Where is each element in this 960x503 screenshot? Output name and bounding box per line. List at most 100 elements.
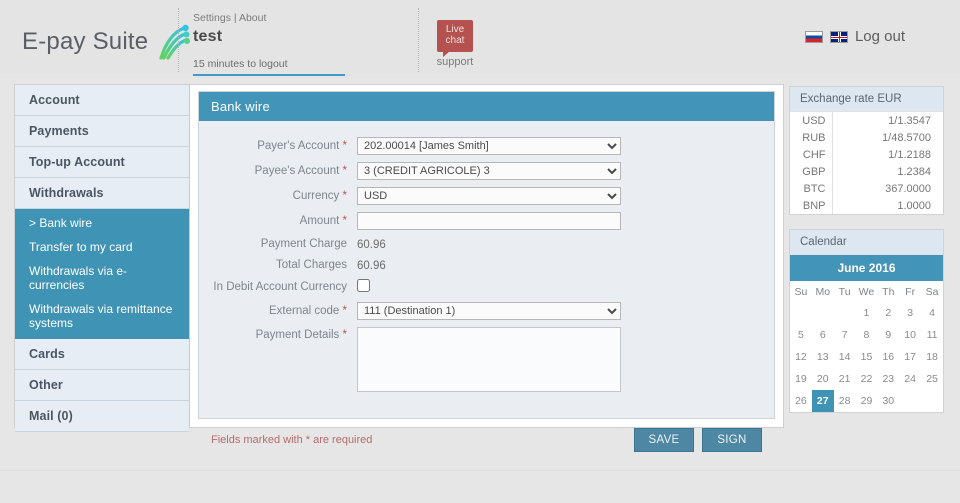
calendar-day[interactable]: 29 xyxy=(856,390,878,412)
calendar-day[interactable]: 18 xyxy=(921,346,943,368)
calendar-day[interactable]: 30 xyxy=(877,390,899,412)
rate-currency: GBP xyxy=(790,163,833,180)
weekday-tu: Tu xyxy=(838,286,851,298)
calendar-day[interactable]: 10 xyxy=(899,324,921,346)
calendar-day[interactable]: 4 xyxy=(921,302,943,324)
sign-button[interactable]: SIGN xyxy=(702,428,762,452)
about-link[interactable]: About xyxy=(239,12,266,24)
rate-currency: RUB xyxy=(790,129,833,146)
sidebar-item-withdrawals[interactable]: Withdrawals xyxy=(15,178,189,209)
field-row-payers-account: Payer's Account * 202.00014 [James Smith… xyxy=(209,137,764,155)
calendar-week-row: 19 20 21 22 23 24 25 xyxy=(790,368,943,390)
required-marker: * xyxy=(342,329,347,341)
calendar-day[interactable]: 21 xyxy=(834,368,856,390)
rate-currency: CHF xyxy=(790,146,833,163)
calendar-title: Calendar xyxy=(790,230,943,255)
live-chat-widget[interactable]: Live chat support xyxy=(433,20,477,68)
calendar-day[interactable]: 15 xyxy=(856,346,878,368)
sidebar-item-account[interactable]: Account xyxy=(15,85,189,116)
field-row-amount: Amount * xyxy=(209,212,764,230)
sidebar-item-other[interactable]: Other xyxy=(15,370,189,401)
field-row-in-debit-account-currency: In Debit Account Currency xyxy=(209,279,764,295)
calendar-day[interactable]: 20 xyxy=(812,368,834,390)
calendar-day[interactable]: 19 xyxy=(790,368,812,390)
rate-value: 1/1.3547 xyxy=(888,114,931,127)
sidebar-subitem-bank-wire[interactable]: > Bank wire xyxy=(15,211,189,235)
sidebar-item-mail[interactable]: Mail (0) xyxy=(15,401,189,432)
external-code-select[interactable]: 111 (Destination 1) xyxy=(357,302,621,320)
weekday-we: We xyxy=(858,286,875,298)
calendar-day[interactable]: 2 xyxy=(877,302,899,324)
rate-value: 1.0000 xyxy=(897,199,931,212)
calendar-day[interactable]: 1 xyxy=(856,302,878,324)
sidebar-subitem-withdrawals-remittance[interactable]: Withdrawals via remittance systems xyxy=(15,297,189,335)
calendar-day[interactable]: 9 xyxy=(877,324,899,346)
brand-name: E-pay Suite xyxy=(22,28,149,55)
logout-button[interactable]: Log out xyxy=(855,28,905,45)
flag-russia-icon[interactable] xyxy=(804,30,823,43)
calendar-day[interactable]: 14 xyxy=(834,346,856,368)
amount-label: Amount * xyxy=(299,215,347,227)
calendar-day[interactable]: 28 xyxy=(834,390,856,412)
weekday-mo: Mo xyxy=(815,286,831,298)
logout-timer-bar xyxy=(193,74,345,76)
header-right-controls: Log out xyxy=(804,28,905,45)
settings-link[interactable]: Settings xyxy=(193,12,231,24)
sidebar-nav: Account Payments Top-up Account Withdraw… xyxy=(15,85,190,432)
sidebar-subitem-withdrawals-e-currencies[interactable]: Withdrawals via e-currencies xyxy=(15,259,189,297)
required-marker: * xyxy=(342,215,347,227)
brand-logo[interactable]: E-pay Suite xyxy=(22,22,196,62)
calendar-week-row: 5 6 7 8 9 10 11 xyxy=(790,324,943,346)
calendar-day[interactable]: 5 xyxy=(790,324,812,346)
calendar-day[interactable]: 26 xyxy=(790,390,812,412)
calendar-day[interactable]: 16 xyxy=(877,346,899,368)
calendar-day[interactable]: 3 xyxy=(899,302,921,324)
calendar-day[interactable]: 23 xyxy=(877,368,899,390)
sidebar-subitem-transfer-to-my-card[interactable]: Transfer to my card xyxy=(15,235,189,259)
right-rail: Exchange rate EUR USD 1/1.3547 RUB 1/48.… xyxy=(789,86,944,427)
calendar-day[interactable]: 8 xyxy=(856,324,878,346)
form-actions: SAVE SIGN xyxy=(634,428,762,452)
payees-account-select[interactable]: 3 (CREDIT AGRICOLE) 3 xyxy=(357,162,621,180)
field-row-external-code: External code * 111 (Destination 1) xyxy=(209,302,764,320)
amount-input[interactable] xyxy=(357,212,621,230)
calendar-day[interactable]: 25 xyxy=(921,368,943,390)
calendar-day-today[interactable]: 27 xyxy=(811,390,834,412)
live-chat-bubble-icon[interactable]: Live chat xyxy=(437,20,473,57)
header-links: Settings | About xyxy=(193,12,403,24)
sidebar-item-topup-account[interactable]: Top-up Account xyxy=(15,147,189,178)
payment-details-textarea[interactable] xyxy=(357,327,621,392)
required-marker: * xyxy=(342,190,347,202)
calendar-day[interactable]: 22 xyxy=(856,368,878,390)
payers-account-select[interactable]: 202.00014 [James Smith] xyxy=(357,137,621,155)
calendar-weekday-row: Su Mo Tu We Th Fr Sa xyxy=(790,281,943,302)
calendar-day[interactable]: 24 xyxy=(899,368,921,390)
sidebar-item-payments[interactable]: Payments xyxy=(15,116,189,147)
rate-currency: BTC xyxy=(790,180,833,197)
calendar-week-row: 26 27 28 29 30 xyxy=(790,390,943,412)
calendar-day[interactable]: 12 xyxy=(790,346,812,368)
calendar-day[interactable]: 13 xyxy=(812,346,834,368)
sidebar-item-cards[interactable]: Cards xyxy=(15,339,189,370)
calendar-week-row: 12 13 14 15 16 17 18 xyxy=(790,346,943,368)
in-debit-account-currency-checkbox[interactable] xyxy=(357,279,370,292)
logout-timer-label: 15 minutes to logout xyxy=(193,58,288,70)
table-row: BNP 1.0000 xyxy=(790,197,943,214)
weekday-fr: Fr xyxy=(905,286,916,298)
bank-wire-panel: Bank wire Payer's Account * 202.00014 [J… xyxy=(198,91,775,452)
calendar-day[interactable]: 17 xyxy=(899,346,921,368)
currency-select[interactable]: USD xyxy=(357,187,621,205)
rate-value: 1/1.2188 xyxy=(888,148,931,161)
exchange-rate-title: Exchange rate EUR xyxy=(790,87,943,112)
rate-value: 367.0000 xyxy=(885,182,931,195)
external-code-label: External code * xyxy=(268,305,347,317)
payment-details-label: Payment Details * xyxy=(255,329,347,341)
calendar-month-label: June 2016 xyxy=(790,255,943,281)
calendar-day[interactable]: 6 xyxy=(812,324,834,346)
save-button[interactable]: SAVE xyxy=(634,428,694,452)
field-row-payment-details: Payment Details * xyxy=(209,327,764,395)
in-debit-account-currency-label: In Debit Account Currency xyxy=(213,281,347,293)
flag-uk-icon[interactable] xyxy=(829,30,848,43)
calendar-day[interactable]: 7 xyxy=(834,324,856,346)
calendar-day[interactable]: 11 xyxy=(921,324,943,346)
